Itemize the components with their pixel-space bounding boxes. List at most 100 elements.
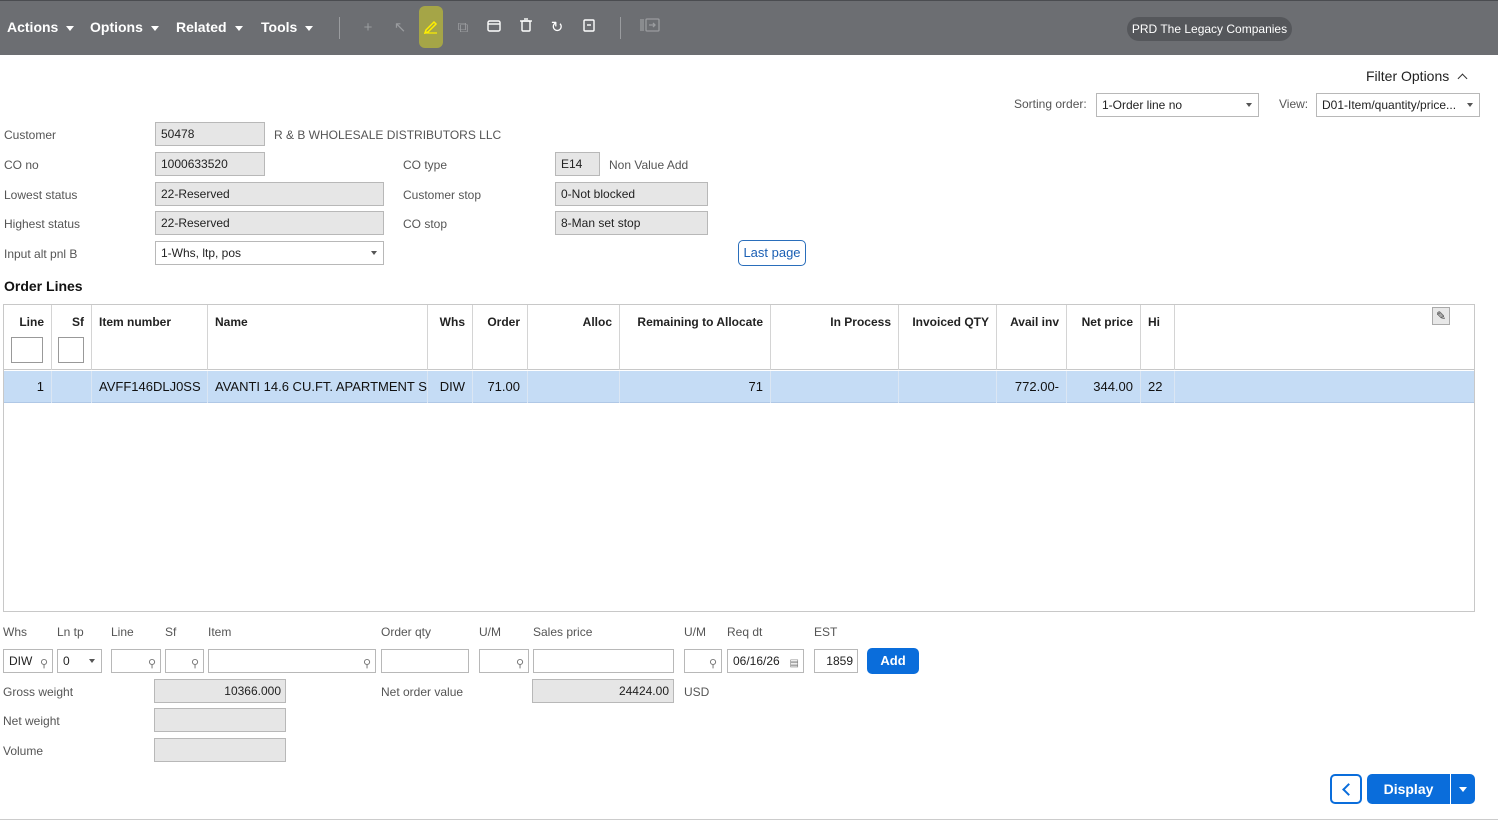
search-icon[interactable]: ⚲ (191, 653, 199, 675)
volume-field (154, 738, 286, 762)
top-toolbar: Actions Options Related Tools + ↖ ⧉ ↻ PR… (0, 0, 1498, 55)
cell-item-number: AVFF146DLJ0SS (92, 371, 208, 403)
chevron-left-icon (1342, 783, 1355, 796)
edit-icon[interactable] (421, 18, 441, 38)
col-header-alloc[interactable]: Alloc (528, 305, 620, 370)
search-icon[interactable]: ⚲ (516, 653, 524, 675)
view-label: View: (1279, 97, 1309, 111)
menu-tools[interactable]: Tools (261, 19, 314, 35)
customer-stop-field: 0-Not blocked (555, 182, 708, 206)
volume-label: Volume (3, 744, 44, 758)
view-select[interactable]: D01-Item/quantity/price... (1316, 93, 1480, 117)
entry-sales-price-label: Sales price (533, 625, 593, 639)
caret-down-icon (371, 251, 377, 255)
caret-down-icon (1467, 103, 1473, 107)
delete-icon[interactable] (516, 18, 536, 38)
cell-alloc (528, 371, 620, 403)
search-icon[interactable]: ⚲ (40, 653, 48, 675)
col-header-invoiced-qty[interactable]: Invoiced QTY (899, 305, 997, 370)
cell-whs: DIW (428, 371, 473, 403)
entry-est-input[interactable]: 1859 (814, 649, 858, 673)
menu-actions[interactable]: Actions (7, 19, 75, 35)
entry-ln-tp-value: 0 (63, 654, 70, 668)
currency-label: USD (684, 685, 710, 699)
filter-options-toggle[interactable]: Filter Options (1366, 68, 1468, 84)
search-icon[interactable]: ⚲ (363, 653, 371, 675)
caret-down-icon (234, 25, 243, 31)
copy-icon[interactable]: ⧉ (453, 18, 473, 38)
co-stop-field: 8-Man set stop (555, 211, 708, 235)
col-header-net-price[interactable]: Net price (1067, 305, 1141, 370)
search-icon[interactable]: ⚲ (148, 653, 156, 675)
co-stop-label: CO stop (403, 217, 448, 231)
entry-um-input[interactable]: ⚲ (479, 649, 529, 673)
table-row[interactable]: 1 AVFF146DLJ0SS AVANTI 14.6 CU.FT. APART… (4, 371, 1474, 403)
col-header-in-process[interactable]: In Process (771, 305, 899, 370)
entry-req-dt-input[interactable]: 06/16/26 ▤ (727, 649, 804, 673)
col-header-whs[interactable]: Whs (428, 305, 473, 370)
customer-field: 50478 (155, 122, 265, 146)
menu-options[interactable]: Options (90, 19, 159, 35)
col-header-order[interactable]: Order (473, 305, 528, 370)
toolbar-separator (620, 17, 621, 39)
menu-related[interactable]: Related (176, 19, 243, 35)
edit-grid-icon[interactable]: ✎ (1432, 307, 1450, 325)
caret-down-icon (89, 659, 95, 663)
entry-sf-input[interactable]: ⚲ (165, 649, 204, 673)
entry-whs-input[interactable]: DIW ⚲ (3, 649, 53, 673)
col-header-avail-inv[interactable]: Avail inv (997, 305, 1067, 370)
menu-tools-label: Tools (261, 19, 298, 35)
cell-remaining: 71 (620, 371, 771, 403)
customer-name: R & B WHOLESALE DISTRIBUTORS LLC (274, 128, 502, 142)
divider (0, 819, 1498, 820)
net-weight-field (154, 708, 286, 732)
previous-button[interactable] (1330, 774, 1362, 804)
menu-options-label: Options (90, 19, 143, 35)
entry-req-dt-label: Req dt (727, 625, 763, 639)
add-icon[interactable]: + (358, 18, 378, 38)
entry-sales-price-input[interactable] (533, 649, 674, 673)
entry-whs-label: Whs (3, 625, 27, 639)
sf-filter-input[interactable] (58, 337, 84, 363)
line-filter-input[interactable] (11, 337, 43, 363)
co-type-label: CO type (403, 158, 448, 172)
col-header-item-number[interactable]: Item number (92, 305, 208, 370)
col-header-name[interactable]: Name (208, 305, 428, 370)
panel-toggle-icon[interactable] (639, 18, 661, 38)
customer-stop-label: Customer stop (403, 188, 482, 202)
window-icon[interactable] (484, 18, 504, 38)
display-button[interactable]: Display (1367, 774, 1450, 804)
col-header-remaining[interactable]: Remaining to Allocate (620, 305, 771, 370)
col-header-hi[interactable]: Hi (1141, 305, 1175, 370)
entry-um2-input[interactable]: ⚲ (684, 649, 722, 673)
view-value: D01-Item/quantity/price... (1322, 98, 1457, 112)
net-order-value-field: 24424.00 (532, 679, 674, 703)
entry-item-input[interactable]: ⚲ (208, 649, 376, 673)
chevron-up-icon (1457, 73, 1468, 84)
sorting-order-select[interactable]: 1-Order line no (1096, 93, 1259, 117)
filter-options-label: Filter Options (1366, 68, 1450, 84)
caret-down-icon (1246, 103, 1252, 107)
calendar-icon[interactable]: ▤ (790, 653, 799, 675)
sorting-order-value: 1-Order line no (1102, 98, 1183, 112)
lowest-status-field: 22-Reserved (155, 182, 384, 206)
menu-related-label: Related (176, 19, 227, 35)
input-alt-select[interactable]: 1-Whs, ltp, pos (155, 241, 384, 265)
entry-line-input[interactable]: ⚲ (111, 649, 161, 673)
display-dropdown-button[interactable] (1451, 774, 1475, 804)
co-type-desc: Non Value Add (609, 158, 689, 172)
entry-ln-tp-label: Ln tp (57, 625, 84, 639)
entry-ln-tp-select[interactable]: 0 (57, 649, 102, 673)
order-lines-title: Order Lines (4, 278, 83, 294)
company-badge[interactable]: PRD The Legacy Companies (1127, 17, 1292, 41)
gross-weight-label: Gross weight (3, 685, 74, 699)
order-lines-grid: Line Sf Item number Name Whs Order Alloc… (3, 304, 1475, 612)
last-page-button[interactable]: Last page (738, 240, 806, 266)
select-icon[interactable]: ↖ (390, 18, 410, 38)
search-icon[interactable]: ⚲ (709, 653, 717, 675)
add-button[interactable]: Add (867, 648, 919, 674)
clipboard-icon[interactable] (579, 18, 599, 38)
refresh-icon[interactable]: ↻ (547, 18, 567, 38)
gross-weight-field: 10366.000 (154, 679, 286, 703)
entry-order-qty-input[interactable] (381, 649, 469, 673)
